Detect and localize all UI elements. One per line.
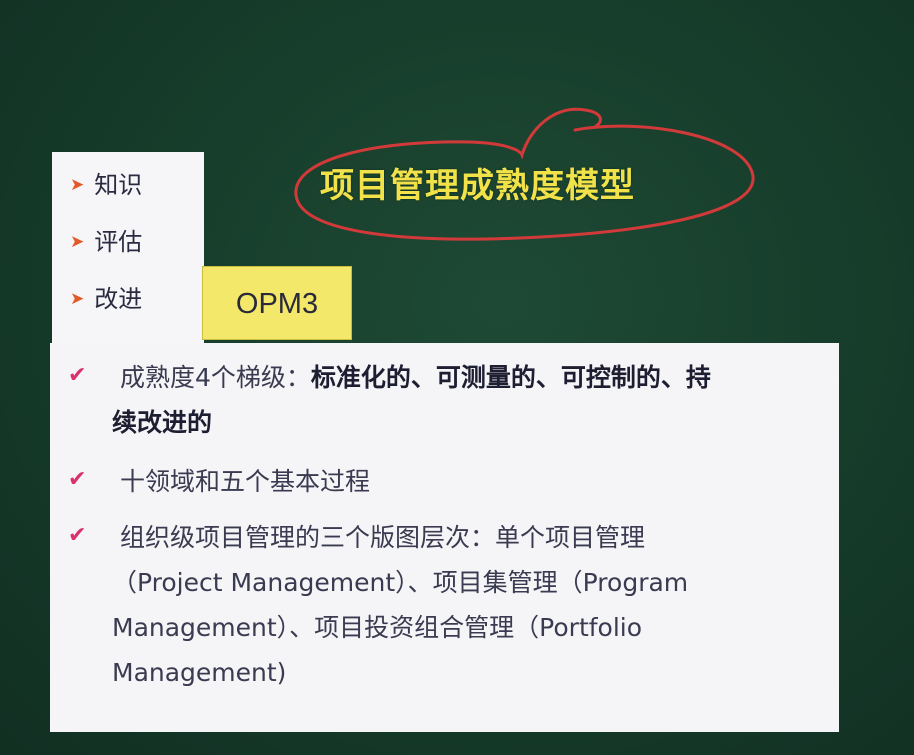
list-item: ➤ 评估 [70, 227, 142, 257]
maturity-levels-line: 成熟度4个梯级：标准化的、可测量的、可控制的、持 [120, 363, 711, 393]
check-icon: ✔ [68, 467, 87, 492]
list-item-label: 改进 [94, 285, 143, 313]
domains-processes-line: 十领域和五个基本过程 [120, 467, 371, 496]
list-item: ➤ 改进 [70, 284, 142, 314]
content-panel: ✔ 成熟度4个梯级：标准化的、可测量的、可控制的、持 续改进的 ✔ 十领域和五个… [50, 343, 839, 732]
org-levels-line-2: （Project Management）、项目集管理（Program [112, 568, 689, 597]
org-levels-line-4: Management) [112, 658, 287, 687]
org-levels-line-1: 组织级项目管理的三个版图层次：单个项目管理 [120, 523, 646, 552]
check-icon: ✔ [68, 523, 87, 548]
list-item: ➤ 知识 [70, 170, 142, 200]
topic-list-panel: ➤ 知识 ➤ 评估 ➤ 改进 [52, 152, 204, 350]
arrow-right-icon: ➤ [70, 232, 85, 252]
arrow-right-icon: ➤ [70, 175, 85, 195]
list-item-label: 知识 [94, 171, 143, 199]
maturity-prefix: 成熟度4个梯级： [120, 363, 311, 392]
slide-title: 项目管理成熟度模型 [320, 166, 635, 206]
check-icon: ✔ [68, 363, 87, 388]
maturity-levels-continuation: 续改进的 [112, 408, 213, 437]
maturity-levels-bold: 标准化的、可测量的、可控制的、持 [310, 363, 711, 392]
arrow-right-icon: ➤ [70, 289, 85, 309]
list-item-label: 评估 [94, 228, 143, 256]
org-levels-line-3: Management）、项目投资组合管理（Portfolio [112, 613, 643, 642]
opm3-label: OPM3 [202, 266, 352, 340]
